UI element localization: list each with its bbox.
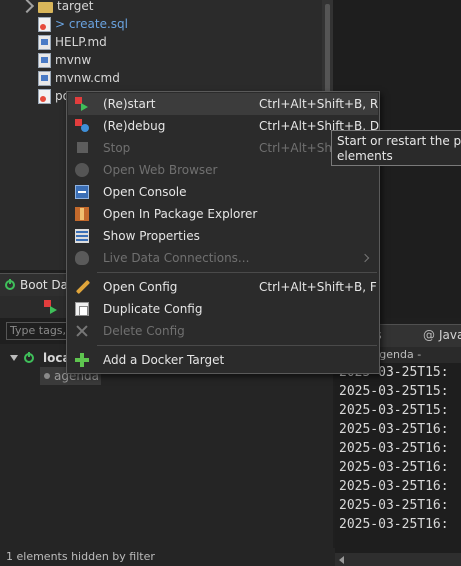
menu-item-add-docker-target[interactable]: Add a Docker Target [68,349,378,371]
status-dot-icon [44,373,50,379]
menu-item-duplicate-config[interactable]: Duplicate Config [68,298,378,320]
tooltip-line-1: Start or restart the proce [337,134,461,148]
log-line: 2025-03-25T16: [339,479,449,494]
boot-dashboard-tree: loca agenda [0,344,333,554]
tree-item-mvnw[interactable]: mvnw [38,51,91,69]
tooltip: Start or restart the proce elements [331,130,461,166]
menu-item-open-config[interactable]: Open Config Ctrl+Alt+Shift+B, F [68,276,378,298]
submenu-arrow-icon [360,253,370,263]
pencil-icon [75,279,91,295]
add-icon [75,353,89,367]
menu-item-live-data-connections[interactable]: Live Data Connections... [68,247,378,269]
sql-file-icon [38,16,51,32]
scrollbar-thumb[interactable] [325,4,330,94]
globe-icon [75,163,89,177]
at-icon: @ [423,328,435,342]
console-output: 2025-03-25T15: 2025-03-25T15: 2025-03-25… [335,363,461,553]
log-line: 2025-03-25T16: [339,517,449,532]
xml-file-icon [38,88,51,104]
menu-item-restart[interactable]: (Re)start Ctrl+Alt+Shift+B, R [68,93,378,115]
log-line: 2025-03-25T16: [339,460,449,475]
scroll-left-icon[interactable] [339,556,344,564]
console-icon [75,185,89,199]
menu-separator [97,345,377,346]
power-icon [5,279,15,290]
menu-separator [97,272,377,273]
log-line: 2025-03-25T15: [339,403,449,418]
power-icon [24,352,34,363]
menu-item-open-console[interactable]: Open Console [68,181,378,203]
folder-icon [38,1,53,13]
tooltip-line-2: elements [337,149,393,163]
log-line: 2025-03-25T15: [339,384,449,399]
tree-item-mvnw-cmd[interactable]: mvnw.cmd [38,69,120,87]
log-line: 2025-03-25T16: [339,441,449,456]
duplicate-icon [75,302,89,316]
console-horizontal-scrollbar[interactable] [335,553,461,566]
tab-boot-dashboard[interactable]: Boot Da [0,274,70,296]
chevron-right-icon[interactable] [19,0,35,14]
tab-javadoc[interactable]: Java [439,328,461,342]
menu-item-open-in-package-explorer[interactable]: Open In Package Explorer [68,203,378,225]
status-text: 1 elements hidden by filter [0,548,339,566]
file-icon [38,52,51,68]
tree-item-target[interactable]: target [0,0,94,15]
markdown-file-icon [38,34,51,50]
log-line: 2025-03-25T16: [339,498,449,513]
restart-toolbar-icon[interactable] [44,300,58,314]
debug-icon [75,119,89,133]
cmd-file-icon [38,70,51,86]
delete-icon [75,324,89,338]
properties-icon [75,229,89,243]
menu-item-delete-config[interactable]: Delete Config [68,320,378,342]
menu-item-show-properties[interactable]: Show Properties [68,225,378,247]
tree-item-create-sql[interactable]: > create.sql [38,15,128,33]
tree-item-help-md[interactable]: HELP.md [38,33,107,51]
stop-icon [77,142,88,153]
tree-item-local[interactable]: loca [10,349,71,367]
log-line: 2025-03-25T16: [339,422,449,437]
lightbulb-icon [75,251,89,265]
restart-icon [75,97,89,111]
chevron-down-icon[interactable] [10,355,18,361]
package-explorer-icon [75,207,89,221]
